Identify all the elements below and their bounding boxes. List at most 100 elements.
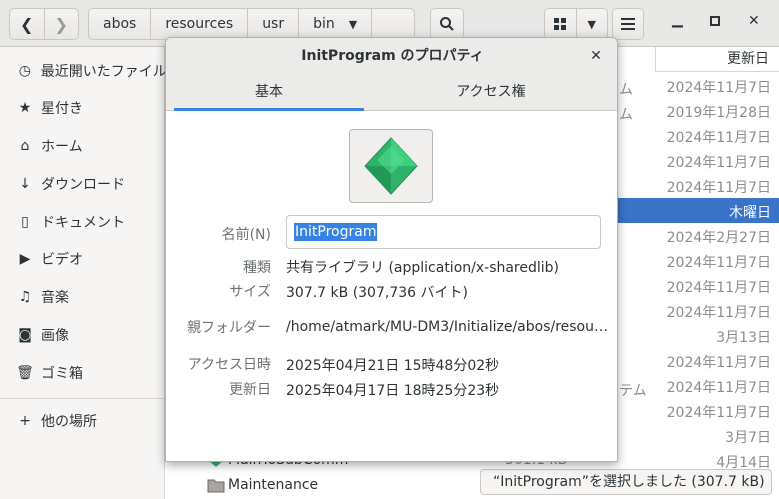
truncated-text: テム [619,383,647,399]
sidebar-separator [0,398,165,399]
sidebar-item-downloads[interactable]: ↓ ダウンロード [0,166,165,202]
path-segment-empty[interactable] [372,9,414,39]
sidebar-item-documents[interactable]: ▯ ドキュメント [0,204,165,240]
search-button[interactable] [430,8,464,40]
tab-permissions[interactable]: アクセス権 [396,75,586,111]
file-modified-date: 2024年11月7日 [666,405,771,421]
sidebar: ◷ 最近開いたファイル ★ 星付き ⌂ ホーム ↓ ダウンロード ▯ ドキュメン… [0,47,165,499]
file-modified-date: 2024年11月7日 [666,355,771,371]
path-segment-label: abos [103,16,137,32]
accessed-label: アクセス日時 [187,357,271,373]
minimize-button[interactable]: ▁ [672,12,683,28]
status-bar: “InitProgram”を選択しました (307.7 kB) [480,469,772,495]
file-name: Maintenance [228,477,319,493]
tab-label: アクセス権 [456,84,526,100]
close-icon: ✕ [590,48,602,64]
parent-folder-value[interactable]: /home/atmark/MU-DM3/Initialize/abos/reso… [286,319,608,335]
film-icon: ▶ [19,251,31,267]
dialog-title: InitProgram のプロパティ [166,38,617,75]
column-header-modified[interactable]: 更新日 [655,47,779,72]
name-field[interactable]: InitProgram [286,215,601,249]
sidebar-item-label: 星付き [41,101,83,117]
file-modified-date: 2024年11月7日 [666,305,771,321]
path-bar: abos resources usr bin ▼ [88,8,416,40]
file-modified-date: 3月13日 [716,330,771,346]
shared-library-icon [364,137,418,195]
sidebar-item-videos[interactable]: ▶ ビデオ [0,241,165,277]
properties-dialog: InitProgram のプロパティ ✕ 基本 アクセス権 名前(N) Init… [165,37,618,462]
caret-down-icon: ▼ [587,17,596,31]
tab-bar: 基本 アクセス権 [166,75,617,111]
sidebar-item-label: ドキュメント [41,215,125,231]
file-modified-date: 2024年2月27日 [666,230,771,246]
path-segment-label: bin [313,16,335,32]
sidebar-item-recent[interactable]: ◷ 最近開いたファイル [0,53,165,89]
size-label: サイズ [229,284,271,300]
grid-view-button[interactable] [545,9,576,39]
sidebar-item-home[interactable]: ⌂ ホーム [0,128,165,164]
arrow-down-icon: ↓ [19,176,31,192]
column-header-label: 更新日 [727,51,769,67]
sidebar-item-label: ゴミ箱 [41,366,83,382]
name-field-value: InitProgram [294,223,378,241]
path-segment-current[interactable]: bin ▼ [299,9,373,39]
view-options-button[interactable]: ▼ [575,9,608,39]
hamburger-menu-icon [621,18,635,30]
sidebar-item-label: 他の場所 [41,414,97,430]
sidebar-item-label: 音楽 [41,290,69,306]
file-modified-date: 2024年11月7日 [666,130,771,146]
tab-basic[interactable]: 基本 [174,75,364,111]
truncated-text: ム [619,82,633,98]
type-label: 種類 [243,260,271,276]
sidebar-item-music[interactable]: ♫ 音楽 [0,279,165,315]
file-modified-date: 2024年11月7日 [666,380,771,396]
search-icon [440,17,454,31]
file-modified-date: 2024年11月7日 [666,155,771,171]
file-icon-button[interactable] [349,129,433,203]
parent-folder-label: 親フォルダー [187,320,271,336]
sidebar-item-label: ホーム [41,139,83,155]
truncated-text: ム [619,107,633,123]
chevron-left-icon: ❮ [20,14,34,34]
file-modified-date: 木曜日 [729,205,771,221]
sidebar-item-label: ビデオ [41,252,83,268]
folder-icon [207,477,225,493]
window-close-button[interactable]: ✕ [748,13,760,29]
sidebar-item-pictures[interactable]: ◙ 画像 [0,317,165,353]
grid-icon [554,18,567,30]
menu-button[interactable] [612,8,644,40]
file-modified-date: 2024年11月7日 [666,255,771,271]
caret-down-icon: ▼ [348,17,358,31]
file-modified-date: 2019年1月28日 [666,105,771,121]
nav-button-group: ❮ ❯ [9,8,79,40]
plus-icon: + [19,413,31,429]
sidebar-item-starred[interactable]: ★ 星付き [0,90,165,126]
sidebar-item-trash[interactable]: 🗑 ゴミ箱 [0,355,165,391]
accessed-value: 2025年04月21日 15時48分02秒 [286,358,500,374]
sidebar-item-label: 画像 [41,328,69,344]
file-modified-date: 2024年11月7日 [666,280,771,296]
maximize-button[interactable] [710,14,720,30]
dialog-close-button[interactable]: ✕ [587,47,605,65]
file-modified-date: 2024年11月7日 [666,80,771,96]
document-icon: ▯ [21,214,29,230]
minimize-icon: ▁ [672,12,683,28]
file-modified-date: 3月7日 [725,430,771,446]
sidebar-item-other-locations[interactable]: + 他の場所 [0,403,165,439]
sidebar-item-label: 最近開いたファイル [40,64,165,80]
path-segment-label: usr [262,16,285,32]
forward-button[interactable]: ❯ [43,9,79,39]
clock-icon: ◷ [18,63,31,79]
maximize-icon [710,16,720,26]
path-segment[interactable]: resources [151,9,249,39]
star-icon: ★ [18,100,32,116]
path-segment[interactable]: abos [89,9,152,39]
view-button-group: ▼ [544,8,608,40]
path-segment-label: resources [165,16,234,32]
file-modified-date: 2024年11月7日 [666,180,771,196]
path-segment[interactable]: usr [248,9,300,39]
status-text: “InitProgram”を選択しました (307.7 kB) [493,474,765,490]
name-label: 名前(N) [221,227,271,243]
back-button[interactable]: ❮ [10,9,44,39]
modified-value: 2025年04月17日 18時25分23秒 [286,383,500,399]
